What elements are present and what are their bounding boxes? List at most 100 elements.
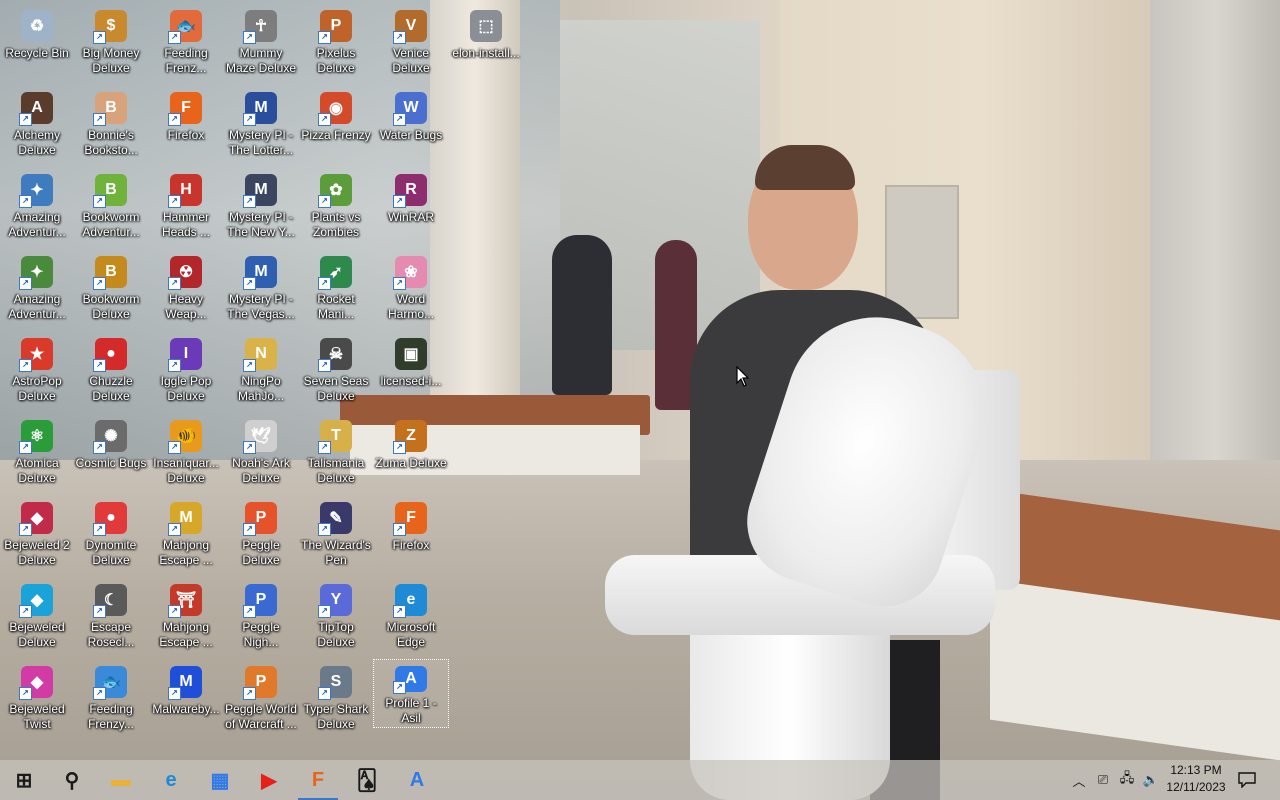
clock-date: 12/11/2023 bbox=[1166, 780, 1226, 794]
chuzzle-icon: ● ↗ bbox=[93, 338, 127, 372]
desktop-icon[interactable]: A ↗ Profile 1 - Asil bbox=[373, 659, 449, 728]
desktop-icon[interactable]: R ↗ WinRAR bbox=[374, 168, 448, 248]
shortcut-arrow-icon: ↗ bbox=[318, 195, 331, 208]
shortcut-arrow-icon: ↗ bbox=[93, 687, 106, 700]
water-bugs-icon: W ↗ bbox=[393, 92, 427, 126]
desktop-icon[interactable]: ◆ ↗ Bejeweled 2 Deluxe bbox=[0, 496, 74, 576]
desktop-icon[interactable]: $ ↗ Big Money Deluxe bbox=[74, 4, 148, 84]
store-taskbar-button[interactable]: ▦ bbox=[196, 760, 244, 800]
desktop-icon[interactable]: ◆ ↗ Bejeweled Deluxe bbox=[0, 578, 74, 658]
desktop-icon[interactable]: B ↗ Bonnie's Booksto... bbox=[74, 86, 148, 166]
desktop-icon[interactable]: B ↗ Bookworm Deluxe bbox=[74, 250, 148, 330]
desktop-icon[interactable]: ❀ ↗ Word Harmo... bbox=[374, 250, 448, 330]
noahs-ark-icon: 🕊 ↗ bbox=[243, 420, 277, 454]
windows-start-icon: ⊞ bbox=[15, 769, 33, 792]
firefox-icon: F bbox=[311, 768, 325, 791]
desktop-icon-label: Typer Shark Deluxe bbox=[303, 702, 369, 731]
desktop-icon-label: Feeding Frenz... bbox=[164, 46, 208, 75]
vpn-taskbar-button[interactable]: A bbox=[393, 760, 441, 800]
show-hidden-icons-button[interactable]: ︿ bbox=[1067, 760, 1091, 800]
notifications-button[interactable] bbox=[1232, 760, 1262, 800]
desktop-icon[interactable]: 🕊 ↗ Noah's Ark Deluxe bbox=[224, 414, 298, 494]
desktop-icon[interactable]: H ↗ Hammer Heads ... bbox=[149, 168, 223, 248]
desktop-icon[interactable]: 🐠 ↗ Insaniquar... Deluxe bbox=[149, 414, 223, 494]
file-explorer-button[interactable]: ▬ bbox=[97, 760, 145, 800]
desktop-icon[interactable]: ★ ↗ AstroPop Deluxe bbox=[0, 332, 74, 412]
desktop-icon[interactable]: ⬚ elon-install... bbox=[449, 4, 523, 84]
network-button[interactable]: 🖧 bbox=[1115, 760, 1139, 800]
desktop-icon[interactable]: A ↗ Alchemy Deluxe bbox=[0, 86, 74, 166]
shortcut-arrow-icon: ↗ bbox=[318, 605, 331, 618]
search-icon: ⚲ bbox=[64, 769, 80, 792]
desktop-icon[interactable]: F ↗ Firefox bbox=[149, 86, 223, 166]
desktop-icon[interactable]: ✿ ↗ Plants vs Zombies bbox=[299, 168, 373, 248]
big-money-icon: $ ↗ bbox=[93, 10, 127, 44]
desktop-icon-label: Insaniquar... Deluxe bbox=[153, 456, 219, 485]
desktop-icon-label: Pizza Frenzy bbox=[301, 128, 371, 142]
solitaire-taskbar-button[interactable]: 🂡 bbox=[343, 760, 391, 800]
image-file-icon: ▣ bbox=[395, 338, 427, 370]
desktop-icon-label: Alchemy Deluxe bbox=[13, 128, 60, 157]
desktop-icon[interactable]: ● ↗ Chuzzle Deluxe bbox=[74, 332, 148, 412]
desktop-icon[interactable]: ☢ ↗ Heavy Weap... bbox=[149, 250, 223, 330]
desktop-icon[interactable]: M ↗ Mahjong Escape ... bbox=[149, 496, 223, 576]
desktop-icon[interactable]: M ↗ Mystery PI - The New Y... bbox=[224, 168, 298, 248]
desktop-icon[interactable]: P ↗ Peggle Deluxe bbox=[224, 496, 298, 576]
desktop-icon[interactable]: N ↗ NingPo MahJo... bbox=[224, 332, 298, 412]
desktop-icon[interactable]: F ↗ Firefox bbox=[374, 496, 448, 576]
edge-taskbar-button[interactable]: e bbox=[147, 760, 195, 800]
firefox-taskbar-button[interactable]: F bbox=[294, 760, 342, 800]
desktop-icon[interactable]: 🐟 ↗ Feeding Frenzy... bbox=[74, 660, 148, 740]
desktop-icon[interactable]: ✦ ↗ Amazing Adventur... bbox=[0, 168, 74, 248]
alchemy-icon: A ↗ bbox=[19, 92, 53, 126]
desktop-icon[interactable]: M ↗ Mystery PI - The Vegas... bbox=[224, 250, 298, 330]
desktop-icon[interactable]: 🐟 ↗ Feeding Frenz... bbox=[149, 4, 223, 84]
desktop-icon[interactable]: P ↗ Pixelus Deluxe bbox=[299, 4, 373, 84]
desktop-icon[interactable]: V ↗ Venice Deluxe bbox=[374, 4, 448, 84]
desktop-icon[interactable]: B ↗ Bookworm Adventur... bbox=[74, 168, 148, 248]
desktop-icon[interactable]: ◆ ↗ Bejeweled Twist bbox=[0, 660, 74, 740]
desktop-icon[interactable]: ☠ ↗ Seven Seas Deluxe bbox=[299, 332, 373, 412]
shortcut-arrow-icon: ↗ bbox=[393, 113, 406, 126]
firefox-icon: F ↗ bbox=[168, 92, 202, 126]
shortcut-arrow-icon: ↗ bbox=[168, 359, 181, 372]
desktop-icon[interactable]: ▣ licensed-i... bbox=[374, 332, 448, 412]
desktop-icon[interactable]: ● ↗ Dynomite Deluxe bbox=[74, 496, 148, 576]
mahjong-escape-2-icon: ⛩ ↗ bbox=[168, 584, 202, 618]
meet-now-button[interactable]: ⎚ bbox=[1091, 760, 1115, 800]
desktop-icon[interactable]: ⚛ ↗ Atomica Deluxe bbox=[0, 414, 74, 494]
taskbar-clock[interactable]: 12:13 PM 12/11/2023 bbox=[1160, 762, 1232, 796]
start-button[interactable]: ⊞ bbox=[0, 760, 48, 800]
desktop-icon[interactable]: ✦ ↗ Amazing Adventur... bbox=[0, 250, 74, 330]
desktop-icon[interactable]: Y ↗ TipTop Deluxe bbox=[299, 578, 373, 658]
desktop-icon[interactable]: Z ↗ Zuma Deluxe bbox=[374, 414, 448, 494]
desktop-icon[interactable]: M ↗ Mystery PI - The Lotter... bbox=[224, 86, 298, 166]
desktop-icon-label: Hammer Heads ... bbox=[161, 210, 211, 239]
desktop-icon-label: Bejeweled 2 Deluxe bbox=[4, 538, 70, 567]
desktop-icon[interactable]: P ↗ Peggle Nigh... bbox=[224, 578, 298, 658]
desktop-icon[interactable]: S ↗ Typer Shark Deluxe bbox=[299, 660, 373, 740]
desktop-icon[interactable]: ✎ ↗ The Wizard's Pen bbox=[299, 496, 373, 576]
mahjong-escape-icon: M ↗ bbox=[168, 502, 202, 536]
tiptop-icon: Y ↗ bbox=[318, 584, 352, 618]
desktop-icon[interactable]: e ↗ Microsoft Edge bbox=[374, 578, 448, 658]
desktop-icon[interactable]: P ↗ Peggle World of Warcraft ... bbox=[224, 660, 298, 740]
shortcut-arrow-icon: ↗ bbox=[243, 277, 256, 290]
desktop-icon[interactable]: T ↗ Talismania Deluxe bbox=[299, 414, 373, 494]
search-button[interactable]: ⚲ bbox=[48, 760, 96, 800]
desktop-icon[interactable]: ♻ Recycle Bin bbox=[0, 4, 74, 84]
desktop-icon[interactable]: I ↗ Iggle Pop Deluxe bbox=[149, 332, 223, 412]
cosmic-bugs-icon: ✺ ↗ bbox=[93, 420, 127, 454]
desktop-icon[interactable]: W ↗ Water Bugs bbox=[374, 86, 448, 166]
desktop-icon[interactable]: ✺ ↗ Cosmic Bugs bbox=[74, 414, 148, 494]
desktop-icon[interactable]: ☾ ↗ Escape Rosecl... bbox=[74, 578, 148, 658]
shortcut-arrow-icon: ↗ bbox=[19, 605, 32, 618]
desktop-icon[interactable]: M ↗ Malwareby... bbox=[149, 660, 223, 740]
desktop-icon-label: Bejeweled Twist bbox=[9, 702, 65, 731]
zuma-icon: Z ↗ bbox=[393, 420, 427, 454]
desktop-icon[interactable]: ☥ ↗ Mummy Maze Deluxe bbox=[224, 4, 298, 84]
desktop-icon[interactable]: ➶ ↗ Rocket Mani... bbox=[299, 250, 373, 330]
desktop-icon[interactable]: ⛩ ↗ Mahjong Escape ... bbox=[149, 578, 223, 658]
youtube-taskbar-button[interactable]: ▶ bbox=[245, 760, 293, 800]
desktop-icon[interactable]: ◉ ↗ Pizza Frenzy bbox=[299, 86, 373, 166]
